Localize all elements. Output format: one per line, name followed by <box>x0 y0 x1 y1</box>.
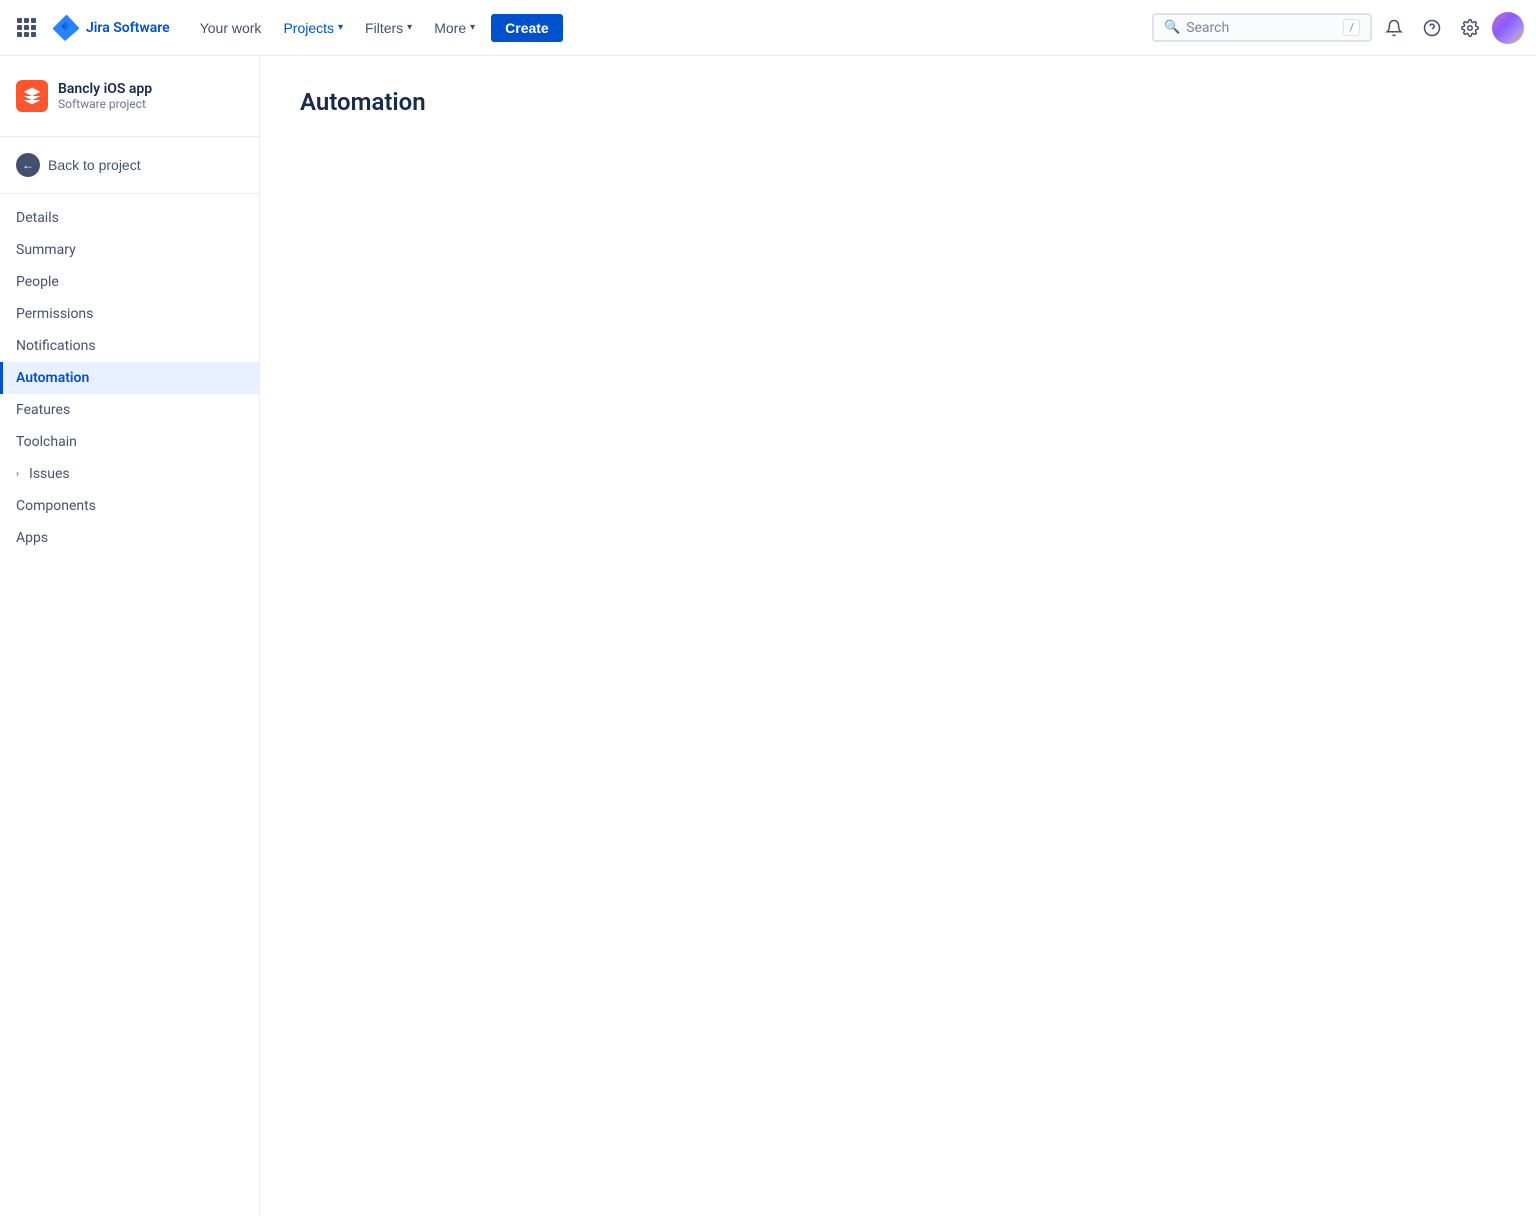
project-icon <box>16 80 48 112</box>
issues-expand-icon: › <box>16 469 19 480</box>
project-name: Bancly iOS app <box>58 81 152 97</box>
create-button[interactable]: Create <box>491 14 563 42</box>
project-info: Bancly iOS app Software project <box>58 81 152 111</box>
search-icon: 🔍 <box>1164 20 1180 35</box>
sidebar-item-details[interactable]: Details <box>0 202 259 234</box>
jira-logo-icon <box>52 14 80 42</box>
topnav-menu: Your work Projects ▾ Filters ▾ More ▾ Cr… <box>190 14 563 42</box>
topnav-right: 🔍 Search / <box>1152 12 1524 44</box>
sidebar-nav: Details Summary People Permissions Notif… <box>0 202 259 554</box>
back-arrow-icon: ← <box>16 153 40 177</box>
sidebar-item-permissions[interactable]: Permissions <box>0 298 259 330</box>
nav-projects[interactable]: Projects ▾ <box>273 14 353 42</box>
projects-chevron-icon: ▾ <box>338 22 343 33</box>
nav-your-work[interactable]: Your work <box>190 14 272 42</box>
nav-filters[interactable]: Filters ▾ <box>355 14 422 42</box>
sidebar-item-people[interactable]: People <box>0 266 259 298</box>
sidebar-item-apps[interactable]: Apps <box>0 522 259 554</box>
sidebar-item-components[interactable]: Components <box>0 490 259 522</box>
sidebar-item-toolchain[interactable]: Toolchain <box>0 426 259 458</box>
project-header: Bancly iOS app Software project <box>0 72 259 128</box>
grid-menu-icon[interactable] <box>12 14 40 42</box>
main-content: Automation <box>260 56 1536 1216</box>
sidebar-divider-2 <box>0 193 259 194</box>
nav-more[interactable]: More ▾ <box>424 14 485 42</box>
settings-button[interactable] <box>1454 12 1486 44</box>
search-box[interactable]: 🔍 Search / <box>1152 13 1372 42</box>
logo-link[interactable]: Jira Software <box>52 14 170 42</box>
filters-chevron-icon: ▾ <box>407 22 412 33</box>
notifications-button[interactable] <box>1378 12 1410 44</box>
back-to-project-button[interactable]: ← Back to project <box>0 145 259 185</box>
bell-icon <box>1385 19 1403 37</box>
sidebar-item-summary[interactable]: Summary <box>0 234 259 266</box>
app-layout: Bancly iOS app Software project ← Back t… <box>0 56 1536 1216</box>
help-icon <box>1423 19 1441 37</box>
help-button[interactable] <box>1416 12 1448 44</box>
user-avatar[interactable] <box>1492 12 1524 44</box>
more-chevron-icon: ▾ <box>470 22 475 33</box>
topnav-left: Jira Software Your work Projects ▾ Filte… <box>12 14 563 42</box>
topnav: Jira Software Your work Projects ▾ Filte… <box>0 0 1536 56</box>
search-shortcut-badge: / <box>1343 19 1360 36</box>
grid-dots <box>17 18 36 37</box>
sidebar-item-features[interactable]: Features <box>0 394 259 426</box>
logo-text: Jira Software <box>86 20 170 36</box>
sidebar-item-issues[interactable]: › Issues <box>0 458 259 490</box>
sidebar-divider <box>0 136 259 137</box>
sidebar-item-notifications[interactable]: Notifications <box>0 330 259 362</box>
sidebar: Bancly iOS app Software project ← Back t… <box>0 56 260 1216</box>
project-type: Software project <box>58 97 152 111</box>
page-title: Automation <box>300 88 1496 116</box>
sidebar-item-automation[interactable]: Automation <box>0 362 259 394</box>
gear-icon <box>1461 19 1479 37</box>
